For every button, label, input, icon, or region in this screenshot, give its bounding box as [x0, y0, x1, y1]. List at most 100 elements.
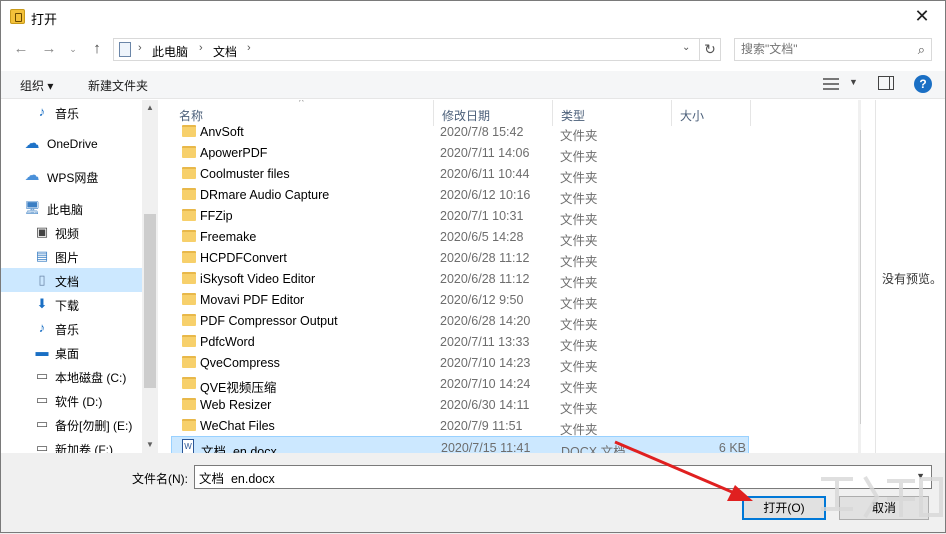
file-row[interactable]: QveCompress 2020/7/10 14:23 文件夹: [171, 352, 749, 374]
desktop-icon: ▬: [35, 344, 49, 359]
window-title: 打开: [31, 12, 58, 27]
scroll-up-arrow-icon[interactable]: ▲: [142, 103, 158, 112]
navigation-pane: ♪ 音乐 ☁ OneDrive ☁ WPS网盘 🖥 此电脑 ▣ 视频 ▤ 图片 …: [1, 100, 158, 453]
app-icon: [10, 9, 25, 24]
file-size: 6 KB: [718, 441, 746, 453]
file-name: iSkysoft Video Editor: [200, 272, 316, 286]
file-row[interactable]: Freemake 2020/6/5 14:28 文件夹: [171, 226, 749, 248]
help-icon[interactable]: ?: [914, 75, 932, 93]
sidebar-item-label: 桌面: [55, 347, 80, 361]
file-row[interactable]: AnvSoft 2020/7/8 15:42 文件夹: [171, 121, 749, 143]
filename-label: 文件名(N):: [132, 472, 188, 486]
drive-icon: ▭: [35, 368, 49, 383]
sidebar-item-pictures[interactable]: ▤ 图片: [1, 244, 142, 268]
close-button[interactable]: ✕: [899, 1, 945, 31]
scroll-down-arrow-icon[interactable]: ▼: [142, 440, 158, 449]
toolbar: 组织 ▾ 新建文件夹 ▼ ?: [1, 71, 945, 99]
sidebar-item-documents[interactable]: ▯ 文档: [1, 268, 142, 292]
back-arrow-icon[interactable]: ←: [11, 39, 31, 59]
folder-icon: [182, 314, 196, 326]
scroll-up-arrow-icon[interactable]: ▲: [858, 103, 861, 112]
sidebar-scroll-thumb[interactable]: [144, 214, 156, 388]
computer-icon: 🖥: [24, 200, 41, 215]
sidebar-item-downloads[interactable]: ⬇ 下载: [1, 292, 142, 316]
file-date: 2020/7/9 11:51: [440, 419, 523, 433]
file-date: 2020/7/10 14:23: [440, 356, 531, 370]
file-row[interactable]: Web Resizer 2020/6/30 14:11 文件夹: [171, 394, 749, 416]
sidebar-item-wps-cloud[interactable]: ☁ WPS网盘: [1, 164, 142, 188]
scroll-down-arrow-icon[interactable]: ▼: [858, 440, 861, 449]
chevron-down-icon[interactable]: ⌄: [682, 42, 690, 53]
forward-arrow-icon[interactable]: →: [39, 39, 59, 59]
file-row[interactable]: PdfcWord 2020/7/11 13:33 文件夹: [171, 331, 749, 353]
address-bar[interactable]: › 此电脑 › 文档 › ⌄: [113, 38, 700, 61]
file-name: WeChat Files: [200, 419, 275, 433]
sidebar-item-drive-e[interactable]: ▭ 备份[勿删] (E:): [1, 412, 142, 436]
file-row[interactable]: Movavi PDF Editor 2020/6/12 9:50 文件夹: [171, 289, 749, 311]
file-name: AnvSoft: [200, 125, 244, 139]
sidebar-item-desktop[interactable]: ▬ 桌面: [1, 340, 142, 364]
file-row[interactable]: FFZip 2020/7/1 10:31 文件夹: [171, 205, 749, 227]
music-icon: ♪: [38, 104, 46, 119]
sidebar-item-drive-c[interactable]: ▭ 本地磁盘 (C:): [1, 364, 142, 388]
file-row[interactable]: DRmare Audio Capture 2020/6/12 10:16 文件夹: [171, 184, 749, 206]
file-date: 2020/6/12 10:16: [440, 188, 531, 202]
file-list-scrollbar[interactable]: ▲ ▼: [858, 100, 861, 453]
file-row[interactable]: HCPDFConvert 2020/6/28 11:12 文件夹: [171, 247, 749, 269]
sidebar-scrollbar[interactable]: ▲ ▼: [142, 100, 158, 453]
file-row[interactable]: ApowerPDF 2020/7/11 14:06 文件夹: [171, 142, 749, 164]
document-icon: ▯: [38, 272, 46, 287]
folder-icon: [182, 377, 196, 389]
file-row[interactable]: Coolmuster files 2020/6/11 10:44 文件夹: [171, 163, 749, 185]
folder-icon: [182, 251, 196, 263]
folder-icon: [182, 293, 196, 305]
search-input[interactable]: [741, 42, 901, 56]
file-row[interactable]: iSkysoft Video Editor 2020/6/28 11:12 文件夹: [171, 268, 749, 290]
file-list: 名称 ^ 修改日期 类型 大小 AnvSoft 2020/7/8 15:42 文件夹…: [171, 100, 861, 453]
sidebar-item-drive-d[interactable]: ▭ 软件 (D:): [1, 388, 142, 412]
organize-button[interactable]: 组织 ▾: [20, 77, 53, 94]
up-arrow-icon[interactable]: ↑: [87, 39, 107, 59]
breadcrumb-documents[interactable]: 文档: [213, 43, 237, 60]
file-row[interactable]: W 文档_en.docx 2020/7/15 11:41 DOCX 文档 6 KB: [171, 436, 749, 453]
file-date: 2020/7/15 11:41: [441, 441, 531, 453]
view-options-icon[interactable]: [823, 77, 839, 91]
file-date: 2020/7/1 10:31: [440, 209, 524, 223]
sidebar-item-music-2[interactable]: ♪ 音乐: [1, 316, 142, 340]
file-row[interactable]: PDF Compressor Output 2020/6/28 14:20 文件夹: [171, 310, 749, 332]
breadcrumb-separator-icon[interactable]: ›: [199, 42, 203, 54]
sidebar-item-onedrive[interactable]: ☁ OneDrive: [1, 132, 142, 156]
file-date: 2020/7/8 15:42: [440, 125, 524, 139]
search-box[interactable]: ⌕: [734, 38, 932, 61]
file-date: 2020/7/10 14:24: [440, 377, 531, 391]
preview-pane: 没有预览。: [875, 100, 945, 453]
sidebar-item-videos[interactable]: ▣ 视频: [1, 220, 142, 244]
sidebar-item-this-pc[interactable]: 🖥 此电脑: [1, 196, 142, 220]
file-list-scroll-thumb[interactable]: [860, 130, 861, 424]
file-date: 2020/7/11 14:06: [440, 146, 530, 160]
sidebar-item-label: 软件 (D:): [55, 395, 103, 409]
breadcrumb-separator-icon[interactable]: ›: [138, 42, 142, 54]
folder-icon: [182, 125, 196, 137]
file-row[interactable]: WeChat Files 2020/7/9 11:51 文件夹: [171, 415, 749, 437]
filename-input[interactable]: [199, 470, 899, 484]
search-icon: ⌕: [917, 42, 925, 57]
file-name: HCPDFConvert: [200, 251, 287, 265]
refresh-icon[interactable]: ↻: [699, 38, 721, 61]
new-folder-button[interactable]: 新建文件夹: [88, 77, 148, 94]
title-bar: 打开 ✕: [1, 1, 945, 33]
file-name: PDF Compressor Output: [200, 314, 338, 328]
sidebar-item-label: 此电脑: [47, 203, 84, 217]
preview-pane-icon[interactable]: [878, 76, 894, 90]
file-type: DOCX 文档: [561, 445, 626, 453]
breadcrumb-separator-icon[interactable]: ›: [247, 42, 251, 54]
music-icon: ♪: [38, 320, 46, 335]
sidebar-item-drive-f[interactable]: ▭ 新加卷 (F:): [1, 436, 142, 453]
folder-icon: [182, 230, 196, 242]
file-date: 2020/6/5 14:28: [440, 230, 524, 244]
file-row[interactable]: QVE视频压缩 2020/7/10 14:24 文件夹: [171, 373, 749, 395]
recent-locations-chevron-icon[interactable]: ⌄: [63, 39, 83, 59]
sidebar-item-music[interactable]: ♪ 音乐: [1, 100, 142, 124]
view-chevron-down-icon[interactable]: ▼: [849, 77, 858, 87]
breadcrumb-this-pc[interactable]: 此电脑: [152, 43, 188, 60]
